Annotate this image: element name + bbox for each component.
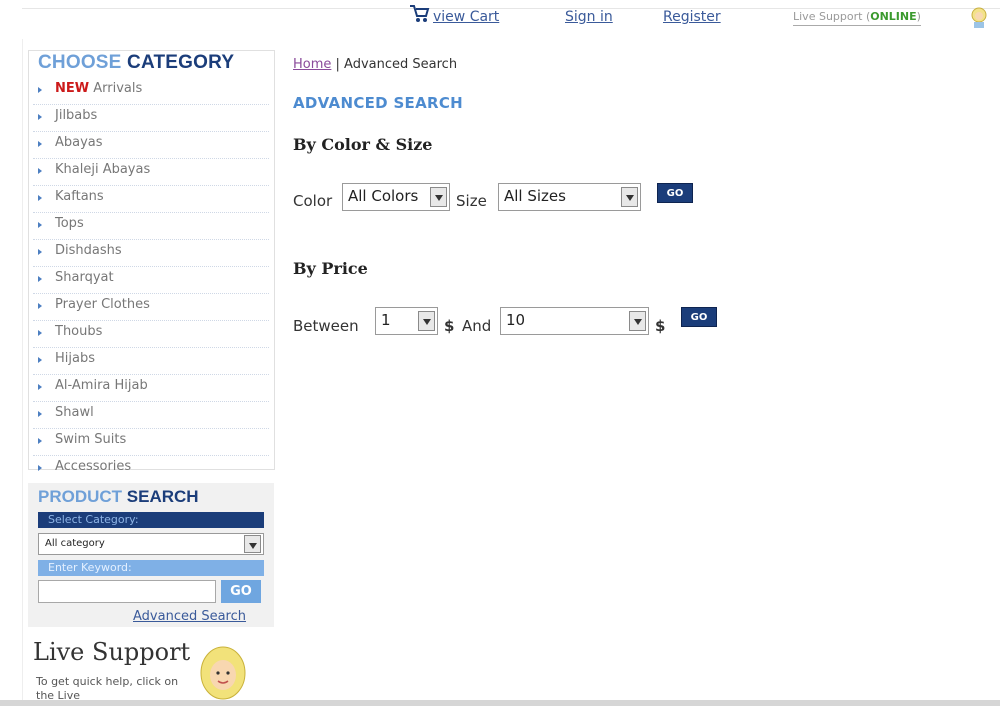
chevron-down-icon (244, 535, 261, 553)
price-to-select[interactable]: 10 (500, 307, 649, 335)
category-select[interactable]: All category (38, 533, 264, 555)
choose-category-title: CHOOSE CATEGORY (38, 52, 234, 74)
category-label: Jilbabs (55, 108, 98, 123)
color-select[interactable]: All Colors (342, 183, 450, 211)
category-label: Khaleji Abayas (55, 162, 151, 177)
cart-icon[interactable] (408, 4, 430, 24)
category-item-shawl[interactable]: Shawl (33, 402, 269, 429)
category-item-new-arrivals[interactable]: NEW Arrivals (33, 78, 269, 105)
enter-keyword-label: Enter Keyword: (38, 560, 264, 576)
live-support-close-paren: ) (916, 10, 921, 23)
category-label: Hijabs (55, 351, 95, 366)
category-label: Kaftans (55, 189, 104, 204)
size-label: Size (456, 192, 487, 210)
category-label: Thoubs (55, 324, 103, 339)
category-item-thoubs[interactable]: Thoubs (33, 321, 269, 348)
color-size-go-button[interactable]: GO (657, 183, 693, 203)
dollar-sign: $ (655, 317, 666, 335)
chevron-down-icon (430, 187, 447, 207)
sign-in-link[interactable]: Sign in (565, 9, 613, 25)
chevron-down-icon (621, 187, 638, 207)
support-avatar-icon (971, 7, 987, 28)
live-support-label: Live Support ( (793, 10, 871, 23)
support-girl-icon[interactable] (198, 643, 248, 703)
title-part2: CATEGORY (127, 52, 235, 73)
category-label: Prayer Clothes (55, 297, 150, 312)
select-category-label: Select Category: (38, 512, 264, 528)
register-link[interactable]: Register (663, 9, 721, 25)
category-item-khaleji-abayas[interactable]: Khaleji Abayas (33, 159, 269, 186)
search-go-button[interactable]: GO (221, 580, 261, 603)
chevron-down-icon (418, 311, 435, 331)
category-select-value: All category (45, 538, 105, 549)
keyword-input[interactable] (38, 580, 216, 603)
category-list: NEW Arrivals Jilbabs Abayas Khaleji Abay… (33, 78, 269, 482)
title-part1: PRODUCT (38, 487, 123, 506)
price-heading: By Price (293, 259, 368, 278)
price-from-select[interactable]: 1 (375, 307, 438, 335)
bottom-border (0, 700, 1000, 706)
product-search-title: PRODUCT SEARCH (38, 487, 199, 507)
category-item-dishdashs[interactable]: Dishdashs (33, 240, 269, 267)
breadcrumb: Home | Advanced Search (293, 57, 457, 72)
page-left-border (22, 8, 23, 706)
chevron-down-icon (629, 311, 646, 331)
breadcrumb-current: Advanced Search (344, 57, 458, 72)
color-size-heading: By Color & Size (293, 135, 433, 154)
category-label: Accessories (55, 459, 132, 474)
category-item-sharqyat[interactable]: Sharqyat (33, 267, 269, 294)
category-item-hijabs[interactable]: Hijabs (33, 348, 269, 375)
category-item-abayas[interactable]: Abayas (33, 132, 269, 159)
and-label: And (462, 317, 492, 335)
between-label: Between (293, 317, 359, 335)
category-item-swim-suits[interactable]: Swim Suits (33, 429, 269, 456)
price-to-value: 10 (506, 311, 526, 329)
page-title: ADVANCED SEARCH (293, 94, 464, 112)
category-label: Dishdashs (55, 243, 122, 258)
live-support-status[interactable]: Live Support (ONLINE) (793, 10, 921, 26)
size-select-value: All Sizes (504, 187, 566, 205)
category-label: Shawl (55, 405, 94, 420)
dollar-sign: $ (444, 317, 455, 335)
category-label: Abayas (55, 135, 103, 150)
price-go-button[interactable]: GO (681, 307, 717, 327)
category-label: Tops (55, 216, 84, 231)
title-part1: CHOOSE (38, 52, 122, 73)
category-item-jilbabs[interactable]: Jilbabs (33, 105, 269, 132)
online-status: ONLINE (870, 10, 917, 23)
new-badge: NEW (55, 81, 90, 96)
live-support-title: Live Support (33, 638, 191, 666)
breadcrumb-home-link[interactable]: Home (293, 57, 331, 72)
color-select-value: All Colors (348, 187, 419, 205)
live-support-text: To get quick help, click on the Live (36, 675, 179, 702)
breadcrumb-separator: | (331, 57, 345, 72)
category-item-al-amira-hijab[interactable]: Al-Amira Hijab (33, 375, 269, 402)
category-label: Sharqyat (55, 270, 114, 285)
size-select[interactable]: All Sizes (498, 183, 641, 211)
view-cart-link[interactable]: view Cart (433, 9, 499, 25)
category-label: Al-Amira Hijab (55, 378, 148, 393)
category-label: Arrivals (89, 81, 143, 96)
category-item-accessories[interactable]: Accessories (33, 456, 269, 482)
category-label: Swim Suits (55, 432, 127, 447)
title-part2: SEARCH (126, 487, 199, 506)
price-from-value: 1 (381, 311, 391, 329)
category-item-prayer-clothes[interactable]: Prayer Clothes (33, 294, 269, 321)
category-item-kaftans[interactable]: Kaftans (33, 186, 269, 213)
advanced-search-link[interactable]: Advanced Search (133, 609, 246, 624)
color-label: Color (293, 192, 333, 210)
category-item-tops[interactable]: Tops (33, 213, 269, 240)
